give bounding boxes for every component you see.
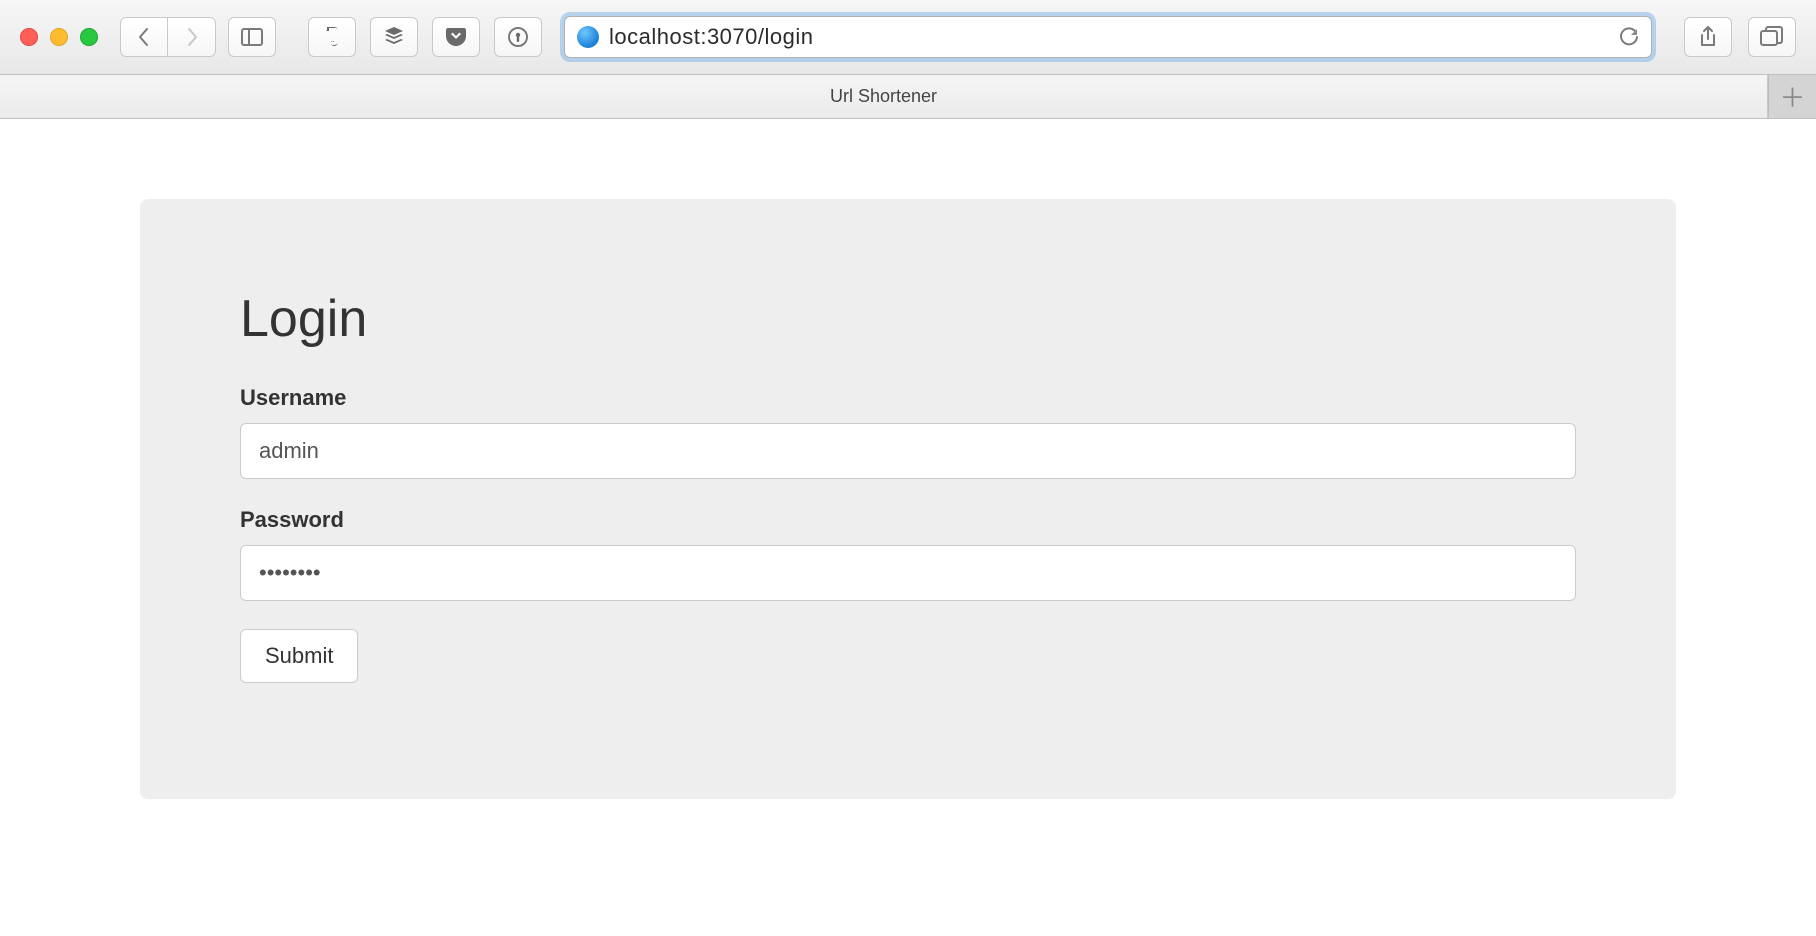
show-tabs-button[interactable] (1748, 17, 1796, 57)
url-input[interactable] (609, 24, 1609, 50)
password-input[interactable] (240, 545, 1576, 601)
chevron-right-icon (184, 27, 200, 47)
username-group: Username (240, 385, 1576, 479)
password-label: Password (240, 507, 1576, 533)
globe-icon (577, 26, 599, 48)
extension-buttons (308, 17, 542, 57)
address-bar-container (564, 16, 1652, 58)
page-content: Login Username Password Submit (0, 119, 1816, 879)
back-button[interactable] (120, 17, 168, 57)
address-bar[interactable] (564, 16, 1652, 58)
sidebar-icon (241, 28, 263, 46)
chevron-left-icon (136, 27, 152, 47)
login-panel: Login Username Password Submit (140, 199, 1676, 799)
maximize-window-button[interactable] (80, 28, 98, 46)
forward-button[interactable] (168, 17, 216, 57)
close-window-button[interactable] (20, 28, 38, 46)
tab-bar: Url Shortener ＋ (0, 75, 1816, 119)
username-label: Username (240, 385, 1576, 411)
window-controls (20, 28, 98, 46)
stack-icon (383, 26, 405, 48)
share-icon (1698, 25, 1718, 49)
keyhole-icon (507, 26, 529, 48)
nav-buttons (120, 17, 216, 57)
password-group: Password (240, 507, 1576, 601)
pocket-icon (445, 27, 467, 47)
submit-button[interactable]: Submit (240, 629, 358, 683)
username-input[interactable] (240, 423, 1576, 479)
right-toolbar-buttons (1684, 17, 1796, 57)
page-title: Login (240, 289, 1576, 349)
new-tab-button[interactable]: ＋ (1768, 75, 1816, 118)
browser-toolbar (0, 0, 1816, 75)
onepassword-extension-button[interactable] (494, 17, 542, 57)
minimize-window-button[interactable] (50, 28, 68, 46)
pocket-extension-button[interactable] (432, 17, 480, 57)
plus-icon: ＋ (1779, 78, 1805, 115)
evernote-icon (322, 26, 342, 48)
tabs-icon (1760, 26, 1784, 48)
sidebar-toggle-button[interactable] (228, 17, 276, 57)
share-button[interactable] (1684, 17, 1732, 57)
tab-url-shortener[interactable]: Url Shortener (0, 75, 1768, 118)
tab-label: Url Shortener (830, 86, 937, 107)
reload-button[interactable] (1619, 27, 1639, 47)
evernote-extension-button[interactable] (308, 17, 356, 57)
buffer-extension-button[interactable] (370, 17, 418, 57)
reload-icon (1619, 27, 1639, 47)
